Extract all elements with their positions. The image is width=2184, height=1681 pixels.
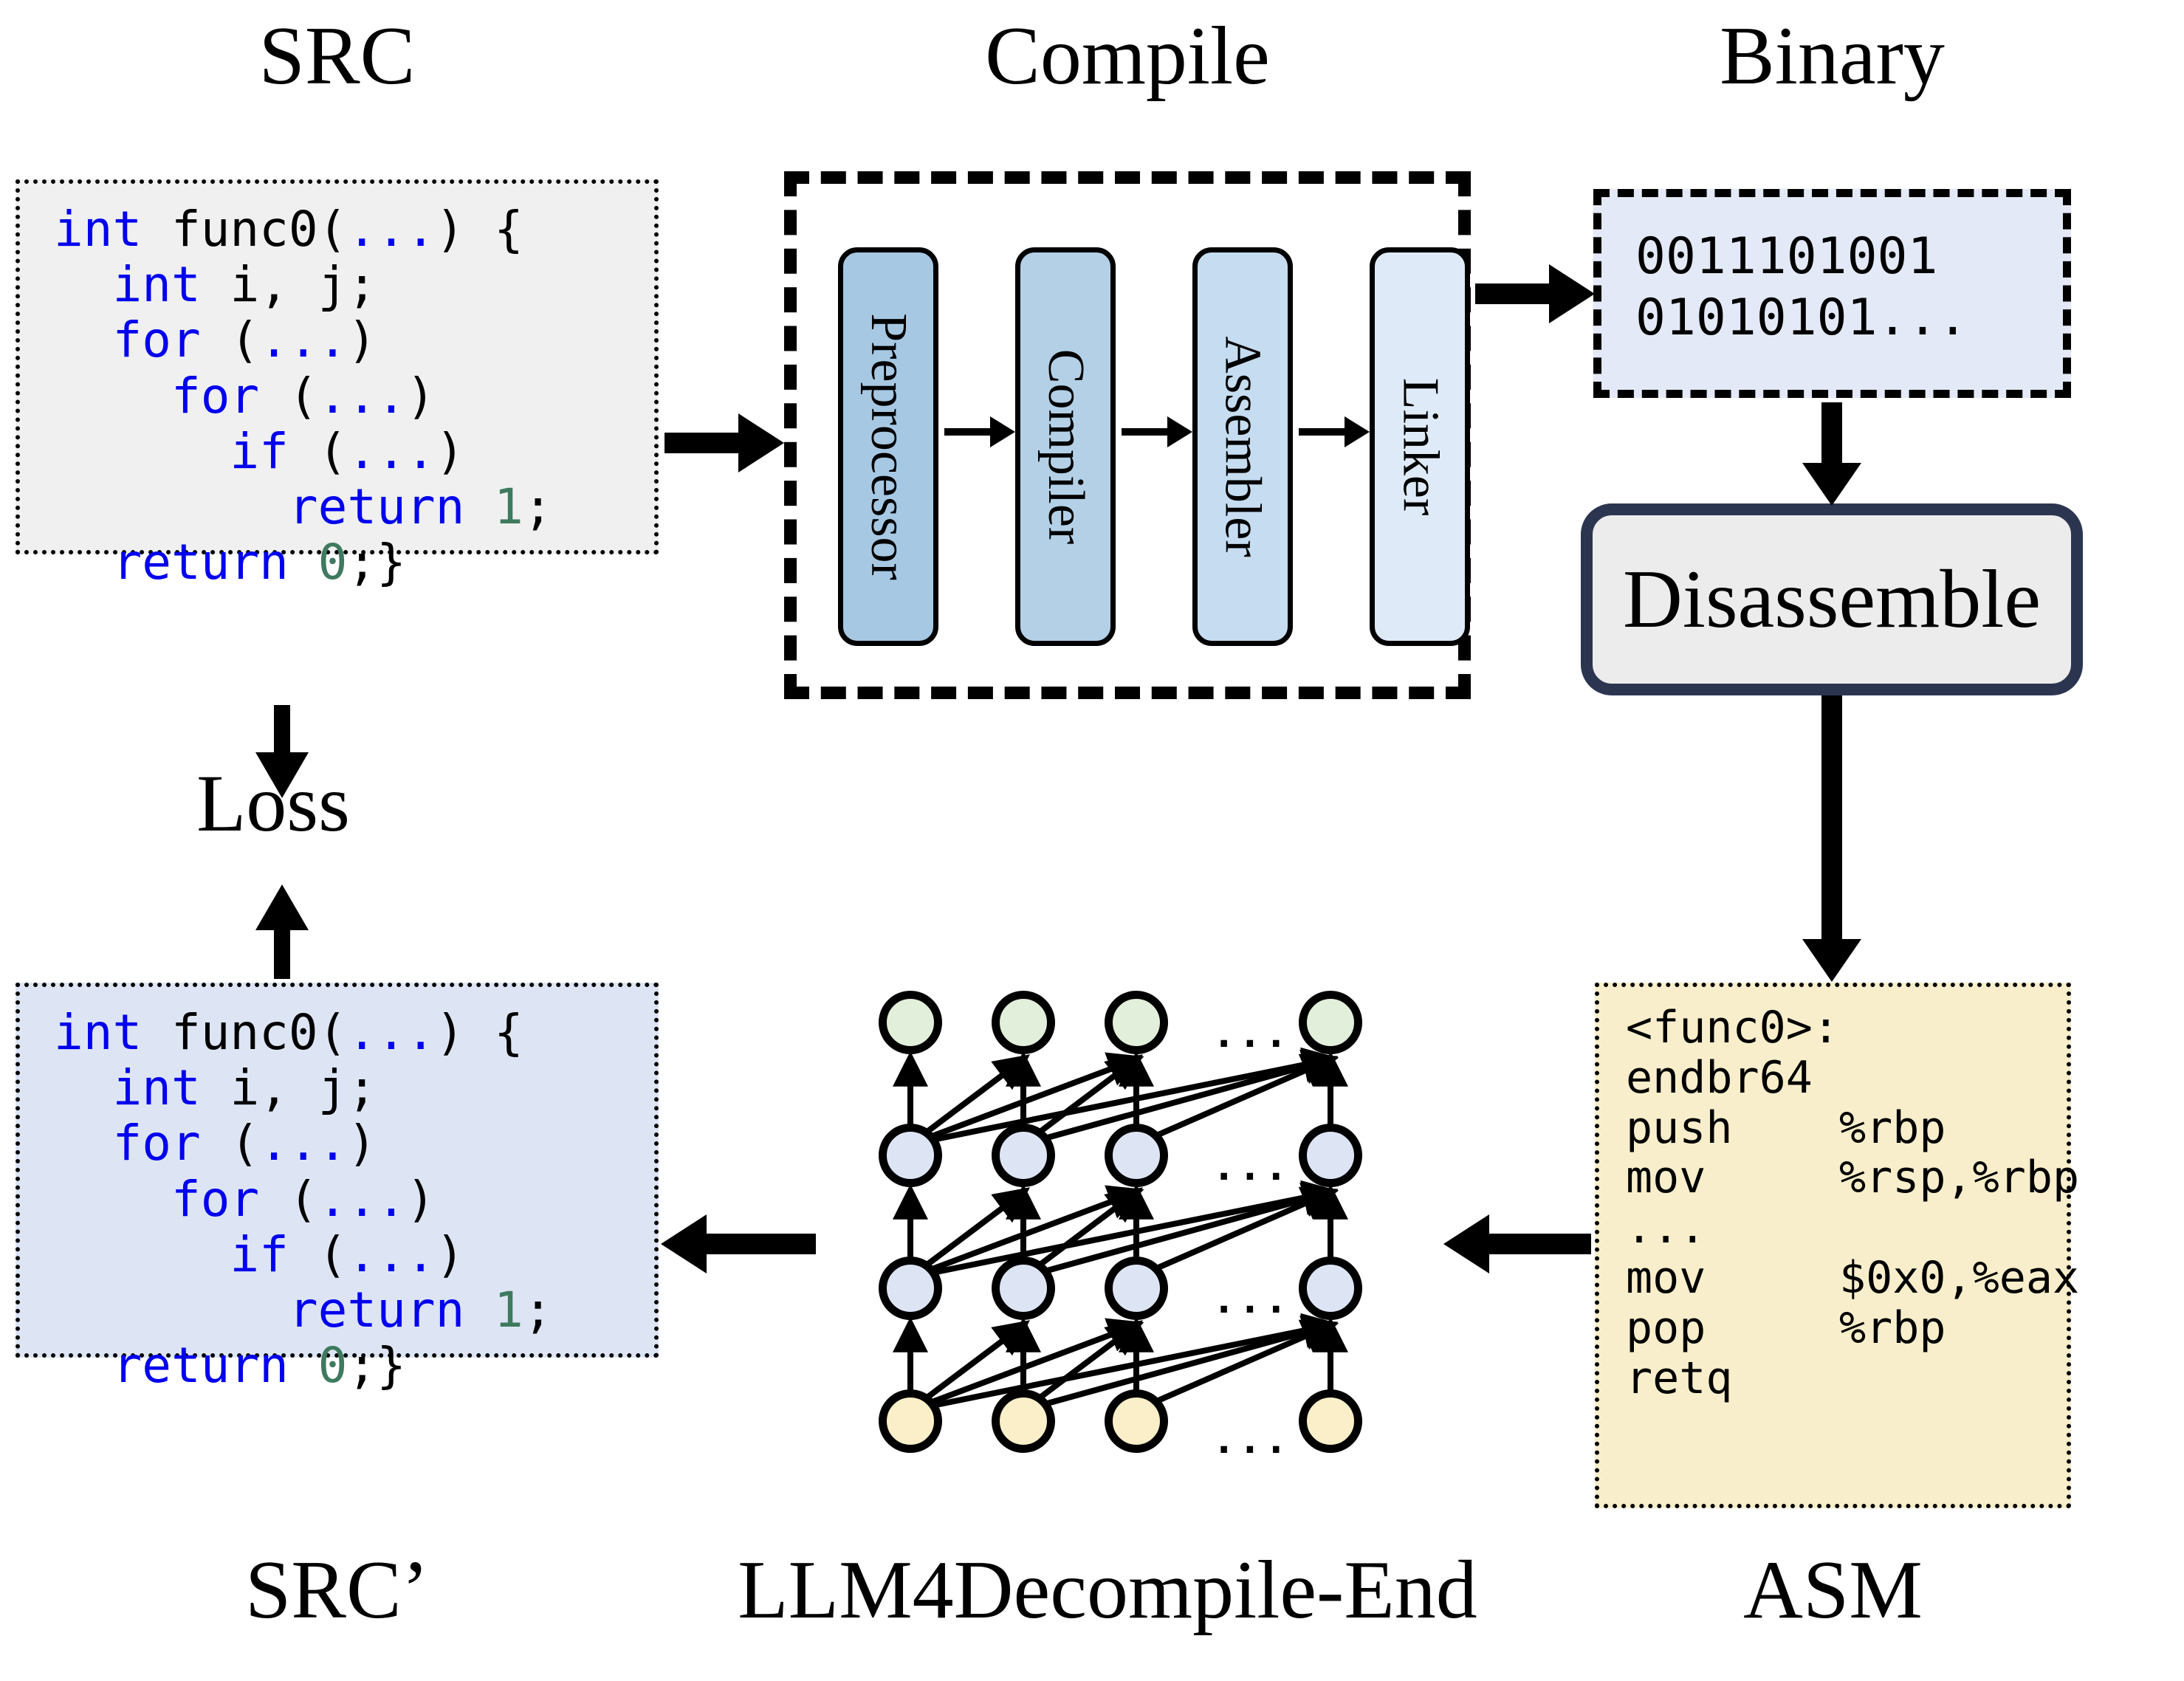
compile-pipeline-panel: Preprocessor Compiler Assembler Linker [784, 171, 1471, 699]
network-ellipsis-input: ... [1212, 1418, 1291, 1462]
binary-panel: 0011101001 01010101... [1593, 189, 2071, 398]
network-node-hidden2-3 [1105, 1124, 1168, 1187]
arrow-compile-to-binary [1475, 264, 1595, 323]
compile-stage-label: Linker [1392, 377, 1449, 516]
network-node-hidden1-3 [1105, 1257, 1168, 1320]
loss-label-wrap: Loss [126, 757, 421, 850]
compile-stage-assembler[interactable]: Assembler [1192, 247, 1293, 646]
arrow-disassemble-to-asm [1802, 695, 1861, 985]
network-node-input-n [1299, 1389, 1362, 1453]
title-srcp: SRC’ [245, 1544, 429, 1636]
network-node-input-3 [1105, 1389, 1168, 1453]
disassemble-box[interactable]: Disassemble [1581, 503, 2083, 695]
network-node-output-n [1299, 991, 1362, 1054]
compile-stage-linker[interactable]: Linker [1370, 247, 1470, 646]
src-code-text: int func0(...) { int i, j; for (...) for… [54, 201, 553, 591]
arrow-binary-to-disassemble [1802, 402, 1861, 506]
title-binary: Binary [1720, 10, 1945, 102]
network-node-input-1 [879, 1389, 942, 1453]
diagram-canvas: SRC Compile Binary SRC’ LLM4Decompile-En… [0, 0, 2184, 1681]
compile-stage-label: Compiler [1037, 348, 1095, 545]
network-node-output-3 [1105, 991, 1168, 1054]
compile-stage-label: Preprocessor [860, 313, 917, 580]
network-node-hidden1-1 [879, 1257, 942, 1320]
network-ellipsis-output: ... [1212, 1012, 1291, 1056]
compile-stage-label: Assembler [1215, 336, 1272, 557]
network-node-output-1 [879, 991, 942, 1054]
network-ellipsis-hidden1: ... [1212, 1278, 1291, 1322]
arrow-src-to-compile [665, 413, 784, 472]
network-node-input-2 [992, 1389, 1055, 1453]
title-compile: Compile [985, 10, 1270, 102]
arrow-network-to-srcp [661, 1214, 816, 1273]
network-node-hidden2-1 [879, 1124, 942, 1187]
network-ellipsis-hidden2: ... [1212, 1145, 1291, 1189]
arrow-asm-to-network [1443, 1214, 1591, 1273]
srcp-code-panel: int func0(...) { int i, j; for (...) for… [16, 983, 659, 1394]
srcp-code-text: int func0(...) { int i, j; for (...) for… [54, 1004, 553, 1395]
disassemble-label: Disassemble [1622, 553, 2042, 645]
network-node-hidden2-2 [992, 1124, 1055, 1187]
neural-network-diagram: ... ... ... ... [879, 978, 1388, 1465]
asm-panel: <func0>: endbr64 push %rbp mov %rsp,%rbp… [1595, 983, 2080, 1508]
compile-stage-compiler[interactable]: Compiler [1015, 247, 1116, 646]
compile-stage-preprocessor[interactable]: Preprocessor [838, 247, 938, 646]
network-node-hidden2-n [1299, 1124, 1362, 1187]
network-node-output-2 [992, 991, 1055, 1054]
src-code-panel: int func0(...) { int i, j; for (...) for… [16, 179, 659, 591]
title-asm: ASM [1743, 1544, 1923, 1636]
binary-text: 0011101001 01010101... [1635, 227, 1968, 347]
network-node-hidden1-n [1299, 1257, 1362, 1320]
title-model: LLM4Decompile-End [738, 1544, 1477, 1636]
network-node-hidden1-2 [992, 1257, 1055, 1320]
loss-label: Loss [196, 758, 350, 848]
title-src: SRC [258, 10, 416, 102]
arrow-srcp-to-loss [253, 884, 312, 979]
asm-text: <func0>: endbr64 push %rbp mov %rsp,%rbp… [1626, 1002, 2080, 1404]
